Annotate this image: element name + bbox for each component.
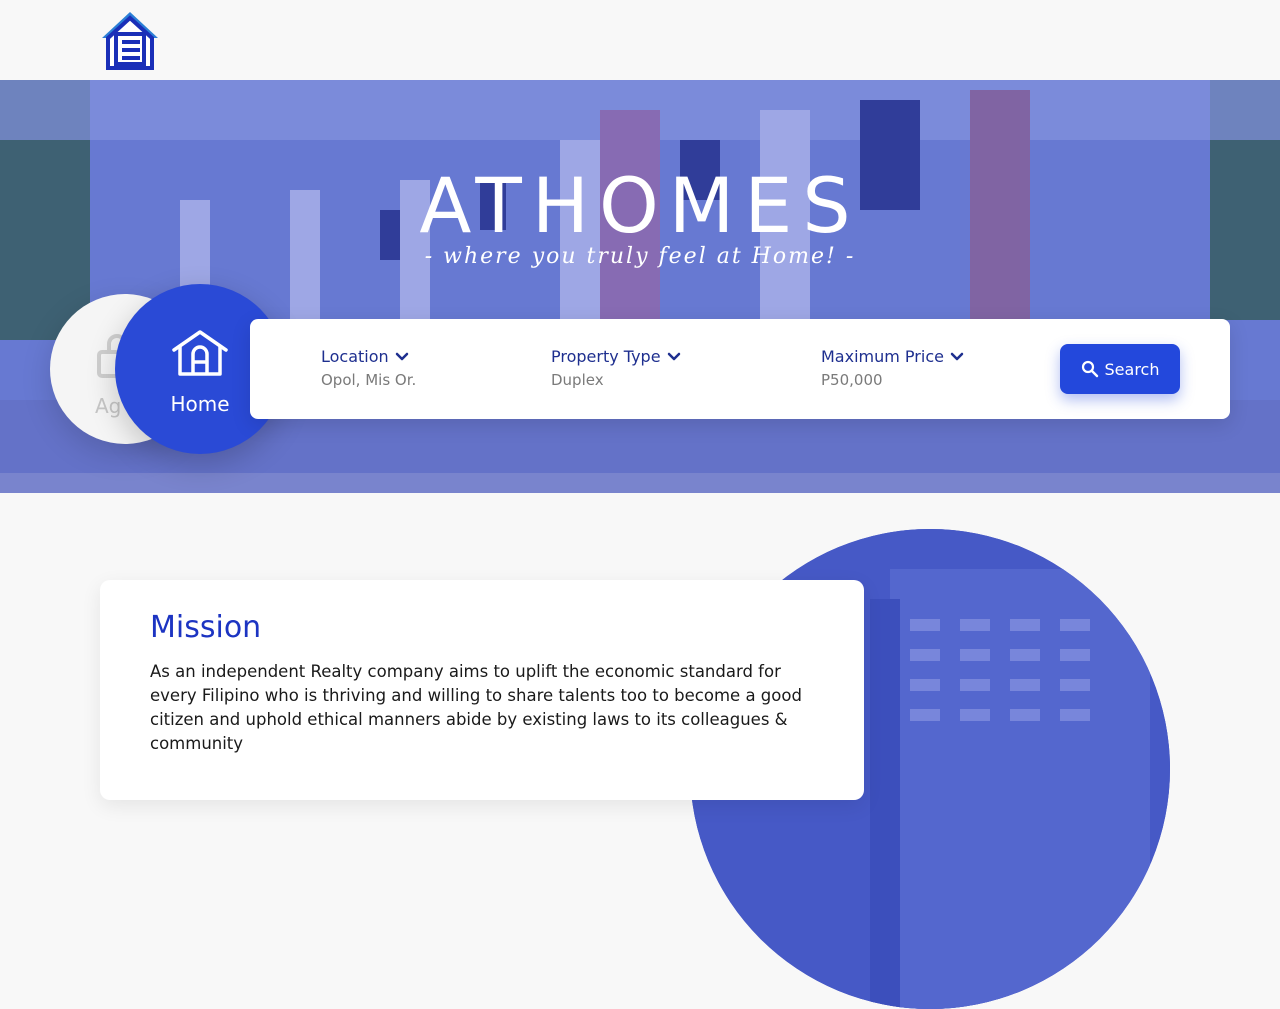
mission-text: As an independent Realty company aims to… [150, 662, 802, 753]
chevron-down-icon[interactable] [395, 352, 409, 362]
search-button[interactable]: Search [1060, 344, 1180, 394]
search-icon [1081, 360, 1098, 378]
mission-title: Mission [150, 610, 262, 645]
chevron-down-icon[interactable] [950, 352, 964, 362]
chevron-down-icon[interactable] [667, 352, 681, 362]
max-price-label: Maximum Price [821, 347, 944, 366]
property-type-field[interactable]: Property Type Duplex [551, 347, 681, 389]
site-tagline: - where you truly feel at Home! - [424, 244, 856, 269]
location-label: Location [321, 347, 389, 366]
property-type-label: Property Type [551, 347, 661, 366]
property-search-bar: Location Opol, Mis Or. Property Type Dup… [250, 319, 1230, 419]
max-price-value: P50,000 [821, 371, 883, 389]
house-logo-icon[interactable] [100, 10, 160, 70]
max-price-field[interactable]: Maximum Price P50,000 [821, 347, 964, 389]
search-button-label: Search [1104, 359, 1160, 379]
top-navbar [0, 0, 1280, 80]
site-title: ATHOMES [419, 161, 861, 250]
location-value: Opol, Mis Or. [321, 371, 417, 389]
property-type-value: Duplex [551, 371, 604, 389]
location-field[interactable]: Location Opol, Mis Or. [321, 347, 416, 389]
mission-card: Mission As an independent Realty company… [100, 580, 864, 800]
home-icon [172, 330, 228, 376]
